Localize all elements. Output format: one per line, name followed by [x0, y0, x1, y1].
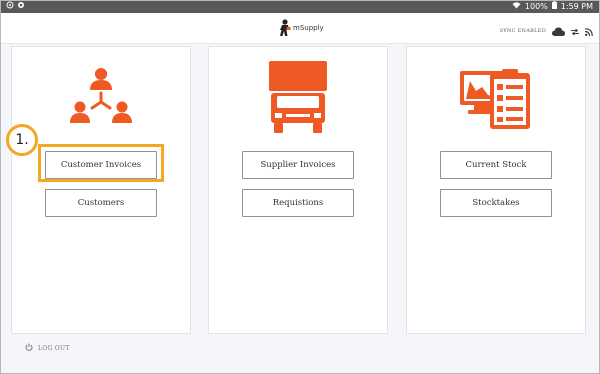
sync-arrows-icon — [571, 21, 579, 40]
stock-report-icon — [407, 67, 585, 131]
wifi-icon — [512, 1, 521, 13]
app-frame: 100% 1:59 PM mSupply SYNC ENABLED Custom… — [0, 0, 600, 374]
status-bar: 100% 1:59 PM — [1, 1, 599, 13]
battery-percent: 100% — [524, 2, 548, 11]
android-icon — [6, 1, 14, 13]
battery-icon — [551, 1, 557, 13]
supplier-invoices-button[interactable]: Supplier Invoices — [242, 151, 354, 179]
logo-runner-icon — [280, 19, 291, 36]
status-time: 1:59 PM — [560, 2, 593, 11]
app-bar: mSupply SYNC ENABLED — [1, 13, 599, 44]
rss-icon — [584, 21, 593, 40]
stock-card: Current Stock Stocktakes — [406, 46, 586, 334]
power-icon — [25, 343, 33, 353]
current-stock-button[interactable]: Current Stock — [440, 151, 552, 179]
sync-status[interactable]: SYNC ENABLED — [500, 21, 593, 40]
sync-status-text: SYNC ENABLED — [499, 27, 546, 34]
stocktakes-button[interactable]: Stocktakes — [440, 189, 552, 217]
logout-button[interactable]: LOG OUT — [25, 343, 70, 353]
customer-invoices-highlight — [38, 144, 164, 182]
requisitions-button[interactable]: Requistions — [242, 189, 354, 217]
suppliers-card: Supplier Invoices Requistions — [208, 46, 388, 334]
customers-button[interactable]: Customers — [45, 189, 157, 217]
notification-icon — [17, 1, 25, 13]
people-network-icon — [12, 66, 190, 124]
cloud-icon — [552, 21, 565, 40]
step-number-badge: 1. — [6, 124, 38, 156]
msupply-logo: mSupply — [278, 19, 324, 37]
customers-card: Customer Invoices Customers — [11, 46, 191, 334]
logout-label: LOG OUT — [38, 344, 70, 352]
truck-icon — [209, 61, 387, 133]
logo-text: mSupply — [293, 24, 324, 32]
